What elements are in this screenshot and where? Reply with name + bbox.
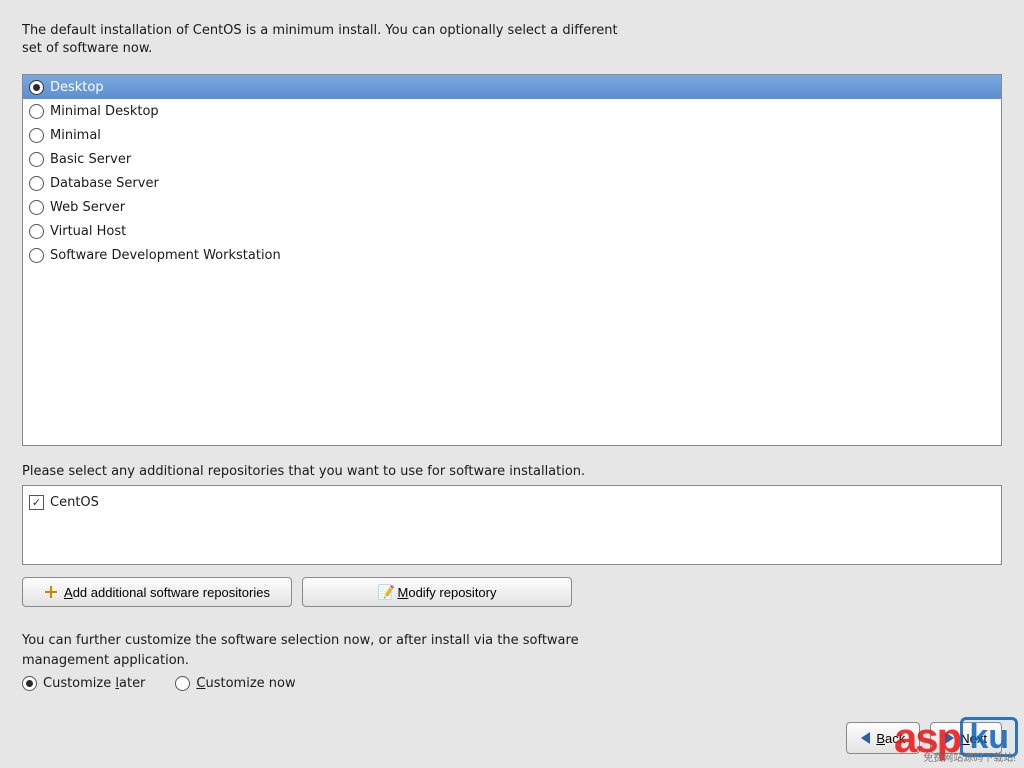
software-option-label: Software Development Workstation — [50, 248, 281, 263]
radio-icon — [29, 248, 44, 263]
intro-text: The default installation of CentOS is a … — [22, 22, 622, 58]
software-option-desktop[interactable]: Desktop — [23, 75, 1001, 99]
customize-options: Customize later Customize now — [22, 676, 1002, 691]
software-option-label: Minimal Desktop — [50, 104, 159, 119]
modify-repository-button[interactable]: 📝 Modify repository — [302, 577, 572, 607]
checkbox-icon[interactable]: ✓ — [29, 495, 44, 510]
radio-icon — [29, 80, 44, 95]
software-option-basic-server[interactable]: Basic Server — [23, 147, 1001, 171]
radio-icon — [29, 176, 44, 191]
software-option-label: Database Server — [50, 176, 159, 191]
repository-item-centos[interactable]: ✓ CentOS — [29, 492, 995, 512]
repo-button-row: Add additional software repositories 📝 M… — [22, 577, 1002, 607]
software-option-sdw[interactable]: Software Development Workstation — [23, 243, 1001, 267]
next-button[interactable]: Next — [930, 722, 1002, 754]
button-label: Back — [876, 731, 905, 746]
radio-icon — [175, 676, 190, 691]
radio-icon — [29, 224, 44, 239]
software-option-label: Minimal — [50, 128, 101, 143]
software-option-minimal-desktop[interactable]: Minimal Desktop — [23, 99, 1001, 123]
repository-label: CentOS — [50, 495, 99, 510]
add-repository-button[interactable]: Add additional software repositories — [22, 577, 292, 607]
customize-later-option[interactable]: Customize later — [22, 676, 145, 691]
radio-icon — [29, 128, 44, 143]
radio-icon — [29, 152, 44, 167]
arrow-left-icon — [861, 732, 870, 744]
button-label: Add additional software repositories — [64, 585, 270, 600]
footer-nav: Back Next — [846, 722, 1002, 754]
software-option-label: Desktop — [50, 80, 104, 95]
repo-prompt: Please select any additional repositorie… — [22, 464, 1002, 479]
software-selection-list[interactable]: Desktop Minimal Desktop Minimal Basic Se… — [22, 74, 1002, 446]
button-label: Next — [960, 731, 987, 746]
software-option-virtual-host[interactable]: Virtual Host — [23, 219, 1001, 243]
repository-list[interactable]: ✓ CentOS — [22, 485, 1002, 565]
software-option-label: Basic Server — [50, 152, 131, 167]
customize-text: You can further customize the software s… — [22, 631, 662, 670]
arrow-right-icon — [945, 732, 954, 744]
button-label: Modify repository — [398, 585, 497, 600]
radio-icon — [22, 676, 37, 691]
edit-icon: 📝 — [378, 585, 392, 599]
back-button[interactable]: Back — [846, 722, 920, 754]
software-option-minimal[interactable]: Minimal — [23, 123, 1001, 147]
radio-icon — [29, 200, 44, 215]
software-option-label: Virtual Host — [50, 224, 126, 239]
customize-option-label: Customize later — [43, 676, 145, 691]
software-option-label: Web Server — [50, 200, 125, 215]
radio-icon — [29, 104, 44, 119]
plus-icon — [44, 585, 58, 599]
customize-now-option[interactable]: Customize now — [175, 676, 295, 691]
software-option-web-server[interactable]: Web Server — [23, 195, 1001, 219]
customize-option-label: Customize now — [196, 676, 295, 691]
software-option-database-server[interactable]: Database Server — [23, 171, 1001, 195]
